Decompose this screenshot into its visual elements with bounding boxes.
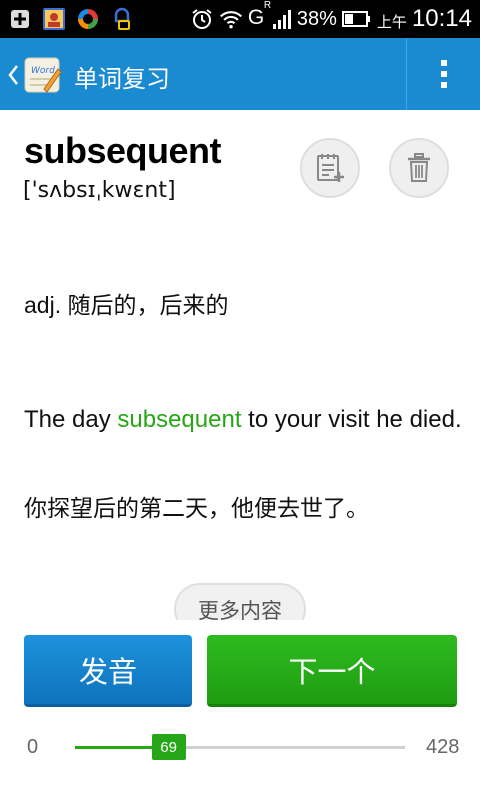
- overflow-menu-icon: [440, 60, 447, 88]
- contacts-app-icon: [42, 7, 66, 31]
- bluetooth-app-icon: [110, 7, 134, 31]
- battery-percent: 38%: [296, 7, 337, 30]
- overflow-menu-button[interactable]: [407, 38, 480, 110]
- app-logo-icon[interactable]: Word: [22, 55, 62, 95]
- progress-slider[interactable]: 69: [75, 734, 405, 760]
- action-bar: Word 单词复习: [0, 38, 480, 110]
- pronounce-button[interactable]: 发音: [24, 635, 192, 707]
- network-type: G: [247, 6, 265, 29]
- next-word-button[interactable]: 下一个: [207, 635, 457, 707]
- alarm-icon: [190, 7, 214, 31]
- battery-icon: [341, 7, 372, 31]
- sync-app-icon: [76, 7, 100, 31]
- cell-signal-icon: G R: [247, 0, 292, 31]
- time-ampm: 上午: [376, 13, 407, 31]
- trash-icon: [408, 153, 430, 182]
- add-to-notebook-button[interactable]: [300, 138, 360, 198]
- example-text-before: The day: [24, 406, 118, 433]
- notification-icons: [8, 6, 134, 32]
- word-phonetic: ['sʌbsɪˌkwɛnt]: [23, 178, 176, 203]
- example-text-after: to your visit he died.: [241, 406, 462, 433]
- status-bar: G R 38% 上午 10:14: [0, 0, 480, 38]
- example-sentence: The day subsequent to your visit he died…: [24, 397, 464, 443]
- word-definition: adj. 随后的，后来的: [24, 292, 229, 318]
- progress-min: 0: [27, 736, 39, 758]
- clock: 10:14: [411, 5, 472, 32]
- delete-word-button[interactable]: [389, 138, 449, 198]
- wifi-icon: [219, 7, 243, 31]
- example-highlight-word: subsequent: [117, 406, 242, 433]
- add-note-icon: [317, 154, 344, 182]
- progress-max: 428: [426, 736, 460, 758]
- screen-title: 单词复习: [74, 65, 170, 93]
- roaming-indicator: R: [263, 0, 272, 11]
- svg-text:Word: Word: [31, 66, 55, 76]
- system-status: G R 38% 上午 10:14: [190, 0, 472, 38]
- word-title: subsequent: [24, 130, 222, 171]
- progress-thumb[interactable]: 69: [151, 734, 186, 760]
- progress-current: 69: [160, 738, 177, 756]
- example-translation: 你探望后的第二天，他便去世了。: [24, 496, 369, 522]
- add-notification-icon: [8, 7, 32, 31]
- back-chevron-icon[interactable]: [6, 62, 20, 88]
